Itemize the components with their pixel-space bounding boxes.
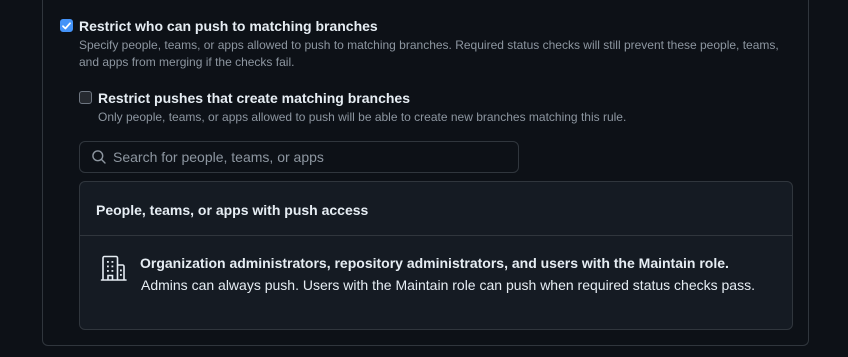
organization-icon xyxy=(100,254,128,287)
restrict-create-label[interactable]: Restrict pushes that create matching bra… xyxy=(98,90,778,107)
search-box[interactable] xyxy=(79,141,519,173)
access-item-title: Organization administrators, repository … xyxy=(140,255,729,271)
restrict-push-checkbox[interactable] xyxy=(60,19,73,32)
list-item: Organization administrators, repository … xyxy=(80,236,792,329)
restrict-push-label[interactable]: Restrict who can push to matching branch… xyxy=(79,18,779,35)
search-input[interactable] xyxy=(113,149,493,165)
push-access-list: People, teams, or apps with push access … xyxy=(79,181,793,330)
push-access-header: People, teams, or apps with push access xyxy=(80,182,792,236)
access-item-description: Admins can always push. Users with the M… xyxy=(141,277,755,293)
restrict-create-description: Only people, teams, or apps allowed to p… xyxy=(98,110,627,124)
restrict-create-option: Restrict pushes that create matching bra… xyxy=(79,90,778,126)
search-icon xyxy=(91,149,107,165)
restrict-push-description: Specify people, teams, or apps allowed t… xyxy=(79,38,779,69)
restrict-push-option: Restrict who can push to matching branch… xyxy=(60,18,779,71)
restrict-create-checkbox[interactable] xyxy=(79,91,92,104)
checkmark-icon xyxy=(62,21,71,29)
